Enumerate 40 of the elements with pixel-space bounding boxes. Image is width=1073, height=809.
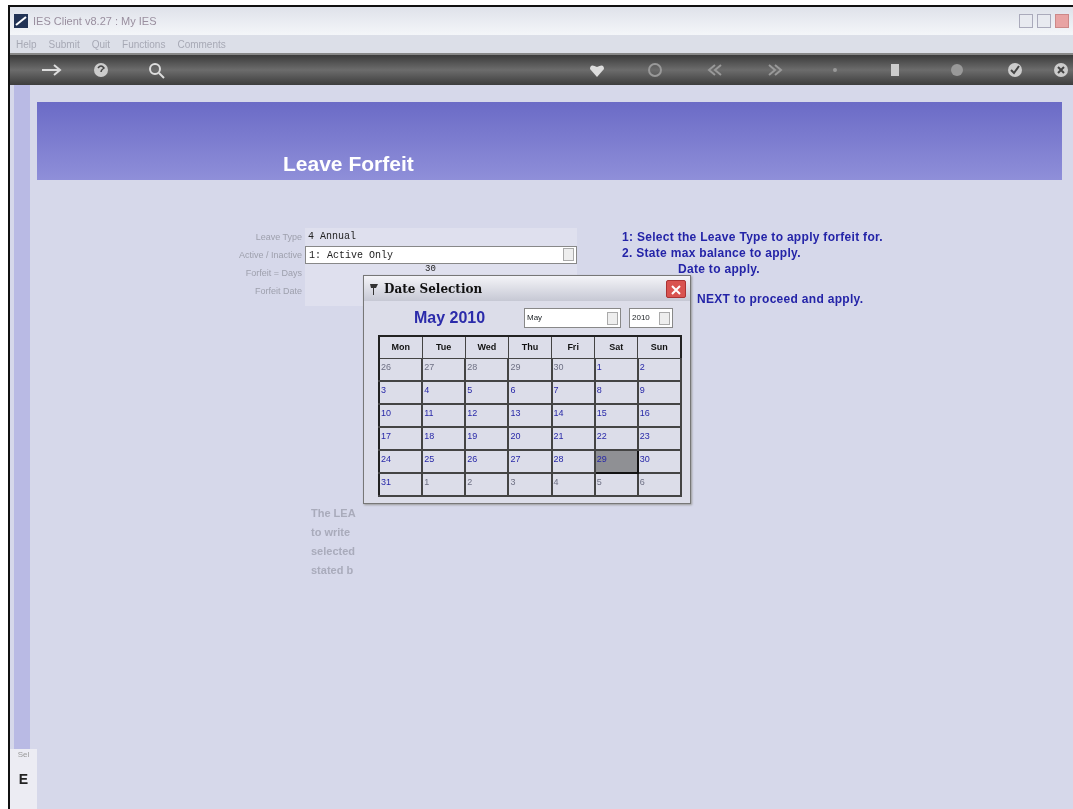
side-button[interactable]: E [18, 769, 29, 790]
rewind-icon[interactable] [706, 61, 724, 79]
record-icon[interactable] [948, 61, 966, 79]
year-dropdown[interactable]: 2010 [629, 308, 673, 328]
weekday-header: Fri [551, 336, 595, 358]
day-cell[interactable]: 26 [379, 358, 423, 381]
window-title: IES Client v8.27 : My IES [33, 13, 157, 29]
weekday-header: Thu [508, 336, 552, 358]
instruction-text: NEXT to proceed and apply. [696, 291, 865, 306]
search-icon[interactable] [147, 61, 165, 79]
page-title: Leave Forfeit [283, 150, 414, 176]
weekday-header: Wed [465, 336, 509, 358]
dialog-title: Date Selection [384, 280, 483, 298]
dropdown-field[interactable]: 1: Active Only [305, 246, 577, 264]
day-cell[interactable]: 31 [379, 473, 423, 496]
weekday-header: Mon [379, 336, 423, 358]
side-label: Sel [17, 749, 30, 761]
day-cell[interactable]: 24 [379, 450, 423, 473]
check-icon[interactable] [1006, 61, 1024, 79]
pin-icon [368, 281, 380, 296]
cancel-icon[interactable] [1052, 61, 1070, 79]
weekday-header: Sun [637, 336, 681, 358]
circle-icon[interactable] [646, 61, 664, 79]
instruction-text: 2. State max balance to apply. [622, 245, 802, 260]
help-icon[interactable] [92, 61, 110, 79]
day-cell[interactable]: 17 [379, 427, 423, 450]
arrow-icon[interactable] [40, 61, 62, 79]
instruction-text: Date to apply. [677, 261, 761, 276]
instruction-text: 1: Select the Leave Type to apply forfeit for. [622, 229, 883, 244]
forward-icon[interactable] [766, 61, 784, 79]
weekday-header: Tue [422, 336, 466, 358]
input-field[interactable]: 4 Annual [305, 228, 577, 246]
close-button[interactable] [666, 279, 686, 298]
app-icon [14, 14, 28, 28]
weekday-header: Sat [594, 336, 638, 358]
day-cell[interactable]: 10 [379, 404, 423, 427]
month-heading: May 2010 [414, 308, 487, 328]
day-cell[interactable]: 3 [379, 381, 423, 404]
month-dropdown[interactable]: May [524, 308, 621, 328]
field-label: Forfeit Date [254, 285, 303, 298]
